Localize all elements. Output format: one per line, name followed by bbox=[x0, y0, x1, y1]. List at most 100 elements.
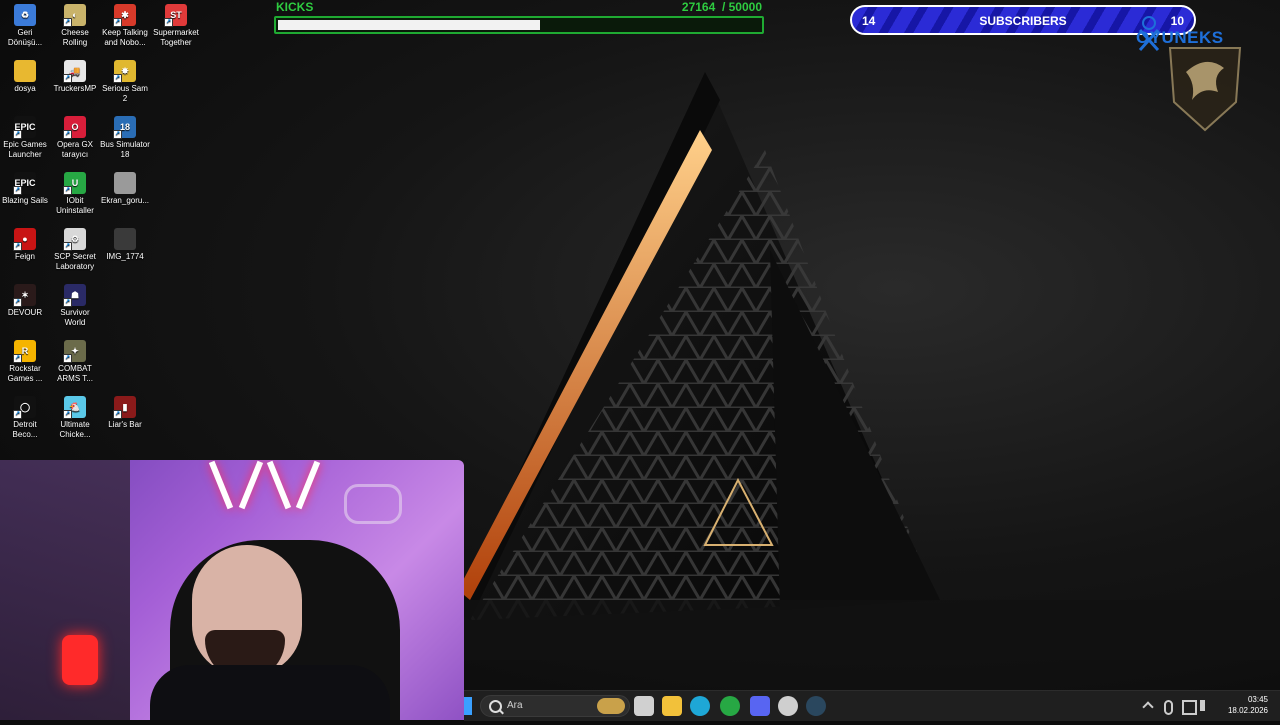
app-icon: ◐ ↗ bbox=[63, 4, 86, 27]
desktop-icon[interactable]: ♻ Geri Dönüşü... bbox=[0, 4, 50, 48]
app-icon: ▮ ↗ bbox=[113, 396, 136, 419]
app-icon: 🐔 ↗ bbox=[63, 396, 86, 419]
desktop-icon-label: Feign bbox=[14, 252, 35, 261]
desktop-icon-label: Rockstar Games ... bbox=[7, 364, 43, 383]
desktop-icon-label: Serious Sam 2 bbox=[102, 84, 148, 103]
desktop-icon-label: Liar's Bar bbox=[108, 420, 142, 429]
desktop-icon-label: COMBAT ARMS T... bbox=[57, 364, 93, 383]
desktop-icon[interactable]: Ekran_goru... bbox=[100, 172, 150, 206]
desktop-icon[interactable]: ▮ ↗ Liar's Bar bbox=[100, 396, 150, 430]
search-icon bbox=[489, 700, 502, 713]
desktop-icon[interactable]: O ↗ Opera GX tarayıcı bbox=[50, 116, 100, 160]
kicks-goal-widget: KICKS 27164 / 50000 bbox=[274, 0, 764, 36]
desktop-icon-label: Opera GX tarayıcı bbox=[56, 140, 93, 159]
desktop-icon[interactable]: R ↗ Rockstar Games ... bbox=[0, 340, 50, 384]
desktop-icon-label: Cheese Rolling bbox=[61, 28, 89, 47]
app-icon: EPIC ↗ bbox=[13, 172, 36, 195]
app-icon: ✱ ↗ bbox=[113, 4, 136, 27]
desktop-icon[interactable]: ⚙ ↗ SCP Secret Laboratory bbox=[50, 228, 100, 272]
subscribers-right-count: 10 bbox=[1170, 14, 1184, 28]
shortcut-arrow-icon: ↗ bbox=[63, 410, 72, 419]
chevron-up-icon[interactable] bbox=[1142, 701, 1154, 713]
app-icon: ✦ ↗ bbox=[63, 340, 86, 363]
desktop-icon-label: Blazing Sails bbox=[2, 196, 48, 205]
desktop-icon[interactable]: ☗ ↗ Survivor World bbox=[50, 284, 100, 328]
taskbar-edge-icon[interactable] bbox=[690, 696, 710, 716]
desktop-icon[interactable]: ✱ ↗ Keep Talking and Nobo... bbox=[100, 4, 150, 48]
desktop-icon[interactable]: 🚚 ↗ TruckersMP bbox=[50, 60, 100, 94]
taskbar-iobit-icon[interactable] bbox=[720, 696, 740, 716]
shortcut-arrow-icon: ↗ bbox=[13, 298, 22, 307]
shortcut-arrow-icon: ↗ bbox=[164, 18, 173, 27]
desktop-icon-label: TruckersMP bbox=[53, 84, 97, 93]
desktop-icon[interactable]: EPIC ↗ Epic Games Launcher bbox=[0, 116, 50, 160]
desktop-icon[interactable]: U ↗ IObit Uninstaller bbox=[50, 172, 100, 216]
desktop-icon[interactable]: IMG_1774 bbox=[100, 228, 150, 262]
weather-widget-icon[interactable] bbox=[597, 698, 625, 714]
app-icon: 18 ↗ bbox=[113, 116, 136, 139]
desktop-icon[interactable]: ✸ ↗ Serious Sam 2 bbox=[100, 60, 150, 104]
desktop-icon[interactable]: 🐔 ↗ Ultimate Chicke... bbox=[50, 396, 100, 440]
app-icon: ◯ ↗ bbox=[13, 396, 36, 419]
app-icon: U ↗ bbox=[63, 172, 86, 195]
gamepad-neon-icon bbox=[344, 484, 402, 524]
taskbar-discord-icon[interactable] bbox=[750, 696, 770, 716]
taskbar-task-view-icon[interactable] bbox=[634, 696, 654, 716]
desktop-icon-label: IObit Uninstaller bbox=[56, 196, 94, 215]
kicks-progress-fill bbox=[278, 20, 540, 30]
desktop-icon[interactable]: ◐ ↗ Cheese Rolling bbox=[50, 4, 100, 48]
desktop-icon-label: dosya bbox=[14, 84, 36, 93]
shortcut-arrow-icon: ↗ bbox=[63, 354, 72, 363]
shortcut-arrow-icon: ↗ bbox=[113, 130, 122, 139]
desktop-icon-label: Keep Talking and Nobo... bbox=[102, 28, 148, 47]
taskbar-steam-icon[interactable] bbox=[806, 696, 826, 716]
app-icon: EPIC ↗ bbox=[13, 116, 36, 139]
desktop-icon[interactable]: dosya bbox=[0, 60, 50, 94]
taskbar-search[interactable]: Ara bbox=[480, 695, 630, 717]
app-icon: ● ↗ bbox=[13, 228, 36, 251]
app-icon: ♻ bbox=[14, 4, 36, 26]
desktop-icon[interactable]: ● ↗ Feign bbox=[0, 228, 50, 262]
app-icon: ⚙ ↗ bbox=[63, 228, 86, 251]
app-icon bbox=[114, 228, 136, 250]
desktop-icon-label: SCP Secret Laboratory bbox=[54, 252, 96, 271]
taskbar-chrome-like-icon[interactable] bbox=[778, 696, 798, 716]
shortcut-arrow-icon: ↗ bbox=[63, 130, 72, 139]
shortcut-arrow-icon: ↗ bbox=[63, 242, 72, 251]
desktop-icon[interactable]: ST ↗ Supermarket Together bbox=[151, 4, 201, 48]
desktop-icon-label: IMG_1774 bbox=[106, 252, 144, 261]
desktop-icon-label: Supermarket Together bbox=[153, 28, 199, 47]
desktop-icon[interactable]: 18 ↗ Bus Simulator 18 bbox=[100, 116, 150, 160]
taskbar: Ara 03:45 18.02.2026 bbox=[464, 690, 1280, 721]
volume-icon[interactable] bbox=[1200, 700, 1209, 711]
desktop-icon[interactable]: EPIC ↗ Blazing Sails bbox=[0, 172, 50, 206]
system-tray: 03:45 18.02.2026 bbox=[1140, 691, 1280, 721]
desktop-icon[interactable]: ◯ ↗ Detroit Beco... bbox=[0, 396, 50, 440]
shortcut-arrow-icon: ↗ bbox=[63, 186, 72, 195]
shortcut-arrow-icon: ↗ bbox=[63, 298, 72, 307]
app-icon bbox=[14, 60, 36, 82]
shortcut-arrow-icon: ↗ bbox=[113, 74, 122, 83]
network-icon[interactable] bbox=[1182, 700, 1197, 715]
shortcut-arrow-icon: ↗ bbox=[113, 18, 122, 27]
clock-date: 18.02.2026 bbox=[1227, 706, 1268, 715]
clock[interactable]: 03:45 18.02.2026 bbox=[1228, 694, 1268, 716]
webcam-feed bbox=[0, 460, 464, 720]
desktop-icon-label: Epic Games Launcher bbox=[3, 140, 47, 159]
shortcut-arrow-icon: ↗ bbox=[63, 18, 72, 27]
search-placeholder: Ara bbox=[507, 700, 523, 711]
desktop-icon[interactable]: ✶ ↗ DEVOUR bbox=[0, 284, 50, 318]
shortcut-arrow-icon: ↗ bbox=[63, 74, 72, 83]
kicks-progress-bar bbox=[274, 16, 764, 34]
kicks-title: KICKS bbox=[276, 0, 314, 14]
app-icon: ✶ ↗ bbox=[13, 284, 36, 307]
start-button[interactable] bbox=[464, 697, 472, 715]
app-icon: ✸ ↗ bbox=[113, 60, 136, 83]
app-icon: 🚚 ↗ bbox=[63, 60, 86, 83]
desktop-icon-label: Ekran_goru... bbox=[100, 196, 150, 205]
app-icon: ST ↗ bbox=[164, 4, 187, 27]
microphone-icon[interactable] bbox=[1164, 700, 1173, 715]
taskbar-file-explorer-icon[interactable] bbox=[662, 696, 682, 716]
desktop-icon[interactable]: ✦ ↗ COMBAT ARMS T... bbox=[50, 340, 100, 384]
desktop-icon-label: Bus Simulator 18 bbox=[100, 140, 150, 159]
